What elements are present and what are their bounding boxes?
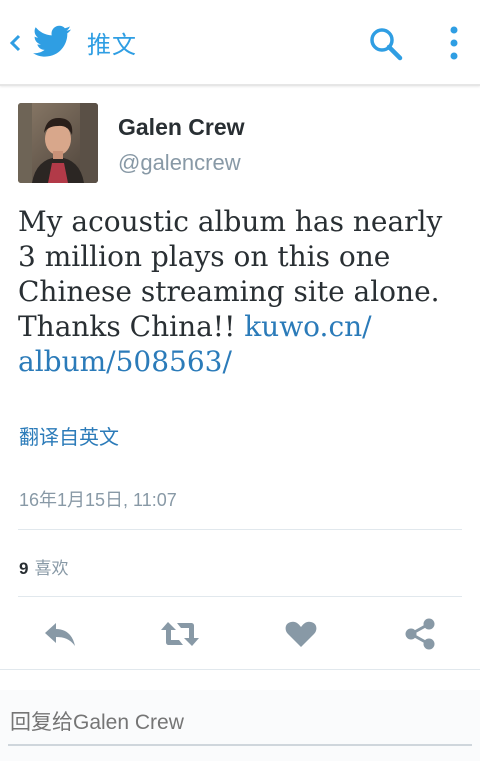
likes-summary[interactable]: 9 喜欢: [19, 554, 68, 579]
translate-link[interactable]: 翻译自英文: [19, 421, 119, 450]
chevron-left-icon[interactable]: [6, 28, 24, 58]
divider: [0, 669, 480, 670]
tweet-timestamp: 16年1月15日, 11:07: [19, 490, 177, 510]
tweet-link[interactable]: kuwo.cn/: [244, 310, 371, 343]
more-vertical-icon[interactable]: [442, 24, 466, 64]
like-label: 喜欢: [34, 559, 69, 578]
tweet-line: Thanks China!!: [18, 310, 245, 343]
like-count: 9: [19, 559, 29, 578]
author-name[interactable]: Galen Crew: [118, 114, 245, 141]
share-icon[interactable]: [400, 616, 440, 652]
divider: [18, 596, 462, 597]
retweet-icon[interactable]: [160, 616, 200, 652]
reply-bar: [0, 690, 480, 761]
page-title: 推文: [87, 31, 137, 59]
tweet-line-with-link: Thanks China!! kuwo.cn/: [18, 309, 468, 344]
tweet-line: My acoustic album has nearly: [18, 205, 443, 238]
tweet-line: Chinese streaming site alone.: [18, 275, 440, 308]
tweet-text: My acoustic album has nearly 3 million p…: [18, 204, 468, 379]
tweet-link[interactable]: album/508563/: [18, 345, 232, 378]
author-handle[interactable]: @galencrew: [118, 150, 241, 176]
divider: [18, 529, 462, 530]
tweet-line: 3 million plays on this one: [18, 240, 391, 273]
twitter-bird-icon[interactable]: [32, 24, 72, 60]
top-bar: 推文: [0, 0, 480, 86]
avatar[interactable]: [18, 103, 98, 183]
reply-input[interactable]: [8, 702, 472, 746]
heart-icon[interactable]: [281, 616, 321, 652]
reply-icon[interactable]: [40, 616, 80, 652]
search-icon[interactable]: [368, 26, 404, 62]
